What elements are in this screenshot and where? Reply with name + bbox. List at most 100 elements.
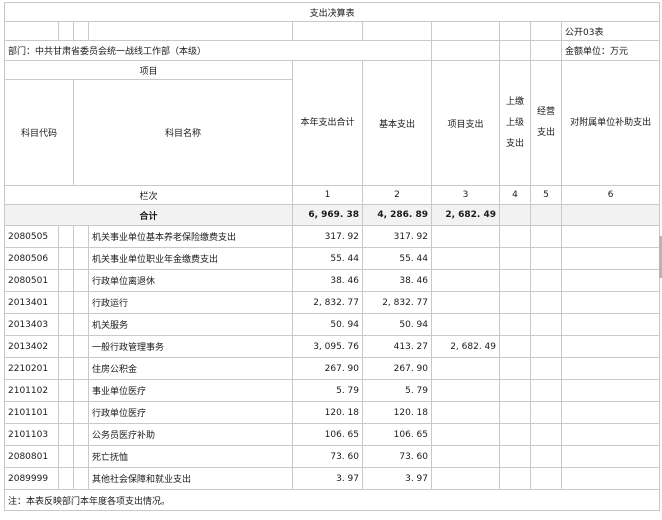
empty-cell[interactable] — [499, 247, 531, 270]
row-project[interactable] — [431, 269, 500, 292]
row-project[interactable] — [431, 291, 500, 314]
empty-cell[interactable] — [530, 357, 562, 380]
empty-cell[interactable] — [499, 225, 531, 248]
row-code[interactable]: 2101102 — [4, 379, 59, 402]
row-project[interactable]: 2, 682. 49 — [431, 335, 500, 358]
row-basic[interactable]: 317. 92 — [362, 225, 432, 248]
empty-cell[interactable] — [499, 467, 531, 490]
empty-cell[interactable] — [530, 40, 562, 61]
empty-cell[interactable] — [530, 401, 562, 424]
row-name[interactable]: 公务员医疗补助 — [88, 423, 293, 446]
empty-cell[interactable] — [530, 291, 562, 314]
row-total[interactable]: 50. 94 — [292, 313, 363, 336]
empty-cell[interactable] — [560, 467, 661, 490]
empty-cell[interactable] — [58, 467, 74, 490]
row-code[interactable]: 2013402 — [4, 335, 59, 358]
totals-total[interactable]: 6, 969. 38 — [292, 204, 363, 226]
empty-cell[interactable] — [499, 379, 531, 402]
empty-cell[interactable] — [499, 313, 531, 336]
empty-cell[interactable] — [560, 445, 661, 468]
row-name[interactable]: 行政运行 — [88, 291, 293, 314]
row-total[interactable]: 106. 65 — [292, 423, 363, 446]
row-project[interactable] — [431, 357, 500, 380]
empty-cell[interactable] — [73, 357, 89, 380]
empty-cell[interactable] — [58, 357, 74, 380]
empty-cell[interactable] — [431, 40, 500, 61]
empty-cell[interactable] — [73, 247, 89, 270]
empty-cell[interactable] — [530, 445, 562, 468]
row-code[interactable]: 2210201 — [4, 357, 59, 380]
empty-cell[interactable] — [499, 269, 531, 292]
empty-cell[interactable] — [530, 21, 562, 41]
empty-cell[interactable] — [560, 291, 661, 314]
row-basic[interactable]: 38. 46 — [362, 269, 432, 292]
empty-cell[interactable] — [73, 379, 89, 402]
row-code[interactable]: 2013401 — [4, 291, 59, 314]
row-code[interactable]: 2089999 — [4, 467, 59, 490]
empty-cell[interactable] — [560, 225, 661, 248]
empty-cell[interactable] — [58, 21, 74, 41]
row-project[interactable] — [431, 423, 500, 446]
row-basic[interactable]: 267. 90 — [362, 357, 432, 380]
row-total[interactable]: 267. 90 — [292, 357, 363, 380]
totals-basic[interactable]: 4, 286. 89 — [362, 204, 432, 226]
row-total[interactable]: 3, 095. 76 — [292, 335, 363, 358]
empty-cell[interactable] — [58, 401, 74, 424]
empty-cell[interactable] — [73, 21, 89, 41]
row-total[interactable]: 73. 60 — [292, 445, 363, 468]
empty-cell[interactable] — [431, 21, 500, 41]
empty-cell[interactable] — [499, 357, 531, 380]
empty-cell[interactable] — [73, 225, 89, 248]
row-project[interactable] — [431, 247, 500, 270]
empty-cell[interactable] — [560, 357, 661, 380]
row-name[interactable]: 一般行政管理事务 — [88, 335, 293, 358]
row-name[interactable]: 死亡抚恤 — [88, 445, 293, 468]
row-code[interactable]: 2080801 — [4, 445, 59, 468]
empty-cell[interactable] — [499, 204, 531, 226]
empty-cell[interactable] — [292, 21, 363, 41]
row-basic[interactable]: 3. 97 — [362, 467, 432, 490]
empty-cell[interactable] — [560, 379, 661, 402]
empty-cell[interactable] — [530, 225, 562, 248]
row-basic[interactable]: 5. 79 — [362, 379, 432, 402]
empty-cell[interactable] — [499, 401, 531, 424]
empty-cell[interactable] — [499, 21, 531, 41]
row-name[interactable]: 行政单位医疗 — [88, 401, 293, 424]
empty-cell[interactable] — [499, 291, 531, 314]
empty-cell[interactable] — [530, 467, 562, 490]
empty-cell[interactable] — [530, 335, 562, 358]
empty-cell[interactable] — [560, 269, 661, 292]
empty-cell[interactable] — [530, 247, 562, 270]
row-total[interactable]: 5. 79 — [292, 379, 363, 402]
row-code[interactable]: 2080501 — [4, 269, 59, 292]
empty-cell[interactable] — [560, 313, 661, 336]
row-basic[interactable]: 55. 44 — [362, 247, 432, 270]
empty-cell[interactable] — [4, 21, 59, 41]
row-code[interactable]: 2080506 — [4, 247, 59, 270]
row-basic[interactable]: 120. 18 — [362, 401, 432, 424]
empty-cell[interactable] — [560, 401, 661, 424]
empty-cell[interactable] — [58, 313, 74, 336]
empty-cell[interactable] — [73, 269, 89, 292]
empty-cell[interactable] — [73, 445, 89, 468]
empty-cell[interactable] — [58, 379, 74, 402]
empty-cell[interactable] — [560, 247, 661, 270]
row-code[interactable]: 2101103 — [4, 423, 59, 446]
row-name[interactable]: 事业单位医疗 — [88, 379, 293, 402]
row-total[interactable]: 3. 97 — [292, 467, 363, 490]
empty-cell[interactable] — [499, 423, 531, 446]
empty-cell[interactable] — [530, 379, 562, 402]
row-basic[interactable]: 2, 832. 77 — [362, 291, 432, 314]
row-total[interactable]: 55. 44 — [292, 247, 363, 270]
empty-cell[interactable] — [58, 291, 74, 314]
row-total[interactable]: 317. 92 — [292, 225, 363, 248]
empty-cell[interactable] — [58, 423, 74, 446]
row-code[interactable]: 2101101 — [4, 401, 59, 424]
empty-cell[interactable] — [530, 204, 562, 226]
empty-cell[interactable] — [73, 467, 89, 490]
row-project[interactable] — [431, 445, 500, 468]
row-name[interactable]: 行政单位离退休 — [88, 269, 293, 292]
empty-cell[interactable] — [530, 313, 562, 336]
row-total[interactable]: 2, 832. 77 — [292, 291, 363, 314]
empty-cell[interactable] — [560, 204, 661, 226]
